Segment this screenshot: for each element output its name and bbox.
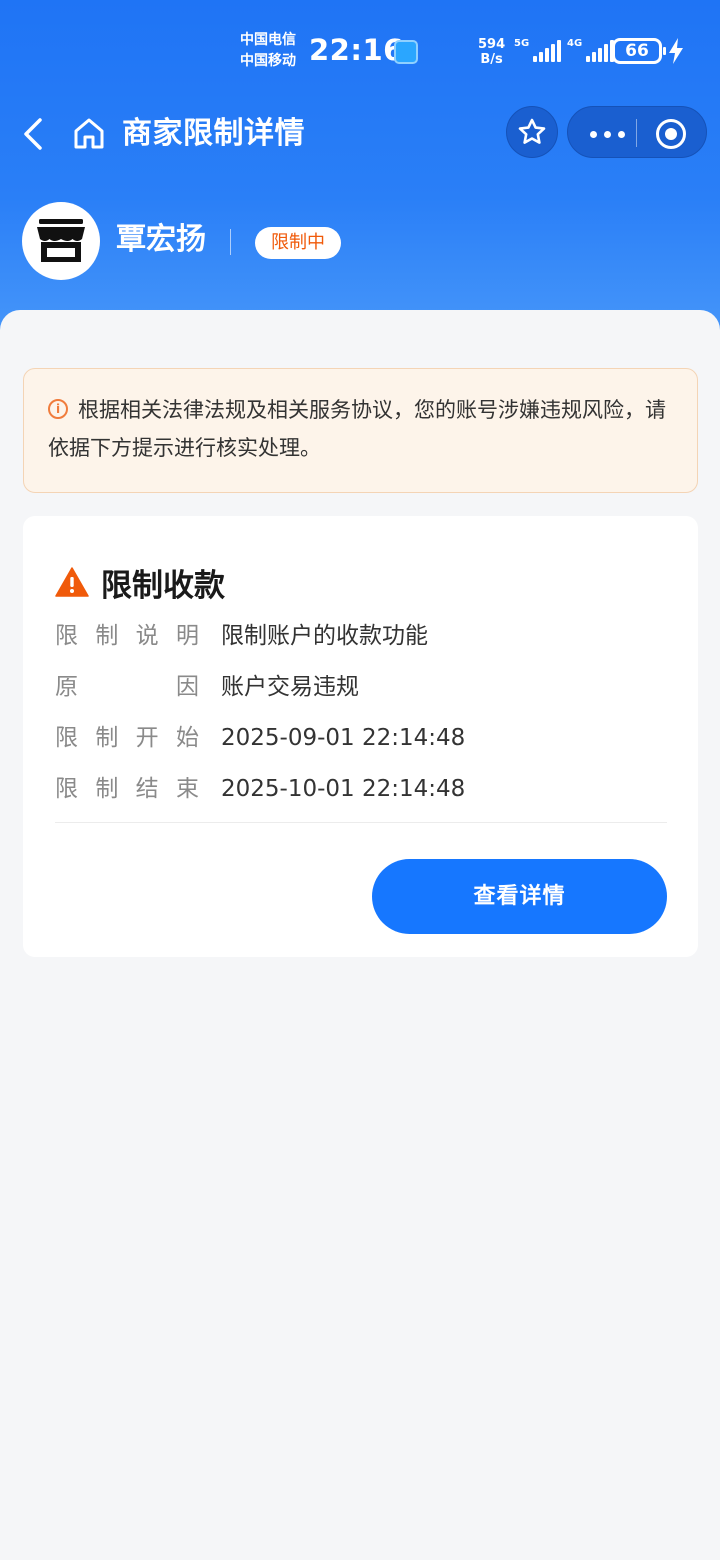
merchant-header: 覃宏扬 限制中 xyxy=(22,202,702,280)
charging-bolt-icon xyxy=(669,38,683,64)
home-icon[interactable] xyxy=(72,116,106,152)
row-label: 原因 xyxy=(55,674,199,700)
carrier-info: 中国电信 中国移动 xyxy=(240,30,296,72)
carrier-1: 中国电信 xyxy=(240,32,296,48)
detail-row-reason: 原因 账户交易违规 xyxy=(55,667,675,707)
warning-icon xyxy=(55,567,89,597)
store-icon xyxy=(37,219,85,262)
star-icon xyxy=(518,118,546,144)
navigation-bar: 商家限制详情 xyxy=(0,104,720,164)
status-badge: 限制中 xyxy=(255,227,341,259)
detail-row-start: 限制开始 2025-09-01 22:14:48 xyxy=(55,718,675,758)
notice-text: 根据相关法律法规及相关服务协议，您的账号涉嫌违规风险，请依据下方提示进行核实处理… xyxy=(48,398,666,460)
restriction-title-text: 限制收款 xyxy=(101,567,225,604)
favorite-button[interactable] xyxy=(506,106,558,158)
view-details-button[interactable]: 查看详情 xyxy=(372,859,667,934)
network-speed: 594 B/s xyxy=(478,37,506,67)
back-icon[interactable] xyxy=(20,114,48,154)
risk-notice: i 根据相关法律法规及相关服务协议，您的账号涉嫌违规风险，请依据下方提示进行核实… xyxy=(23,368,698,493)
row-label: 限制结束 xyxy=(55,776,199,802)
row-value: 2025-09-01 22:14:48 xyxy=(221,725,466,751)
status-bar: 中国电信 中国移动 22:16 594 B/s 5G 4G 66 xyxy=(0,0,720,104)
merchant-name: 覃宏扬 xyxy=(116,222,206,257)
carrier-2: 中国移动 xyxy=(240,53,296,69)
row-value: 限制账户的收款功能 xyxy=(221,623,428,649)
row-value: 2025-10-01 22:14:48 xyxy=(221,776,466,802)
card-divider xyxy=(55,822,667,823)
close-mini-program-icon[interactable] xyxy=(656,119,686,149)
app-store-notification-icon xyxy=(394,40,418,64)
signal-5g-icon: 5G xyxy=(514,38,562,62)
capsule-divider xyxy=(636,119,637,147)
page-title: 商家限制详情 xyxy=(122,116,305,151)
status-time: 22:16 xyxy=(309,33,404,67)
row-label: 限制说明 xyxy=(55,623,199,649)
more-menu-icon[interactable] xyxy=(590,131,625,138)
row-label: 限制开始 xyxy=(55,725,199,751)
signal-4g-icon: 4G xyxy=(567,38,615,62)
header-divider xyxy=(230,229,231,255)
merchant-avatar xyxy=(22,202,100,280)
detail-row-end: 限制结束 2025-10-01 22:14:48 xyxy=(55,769,675,809)
battery-icon: 66 xyxy=(612,38,666,64)
row-value: 账户交易违规 xyxy=(221,674,359,700)
mini-program-capsule xyxy=(567,106,707,158)
restriction-title: 限制收款 xyxy=(55,561,225,604)
restriction-card: 限制收款 限制说明 限制账户的收款功能 原因 账户交易违规 限制开始 2025-… xyxy=(23,516,698,957)
detail-row-description: 限制说明 限制账户的收款功能 xyxy=(55,616,675,656)
